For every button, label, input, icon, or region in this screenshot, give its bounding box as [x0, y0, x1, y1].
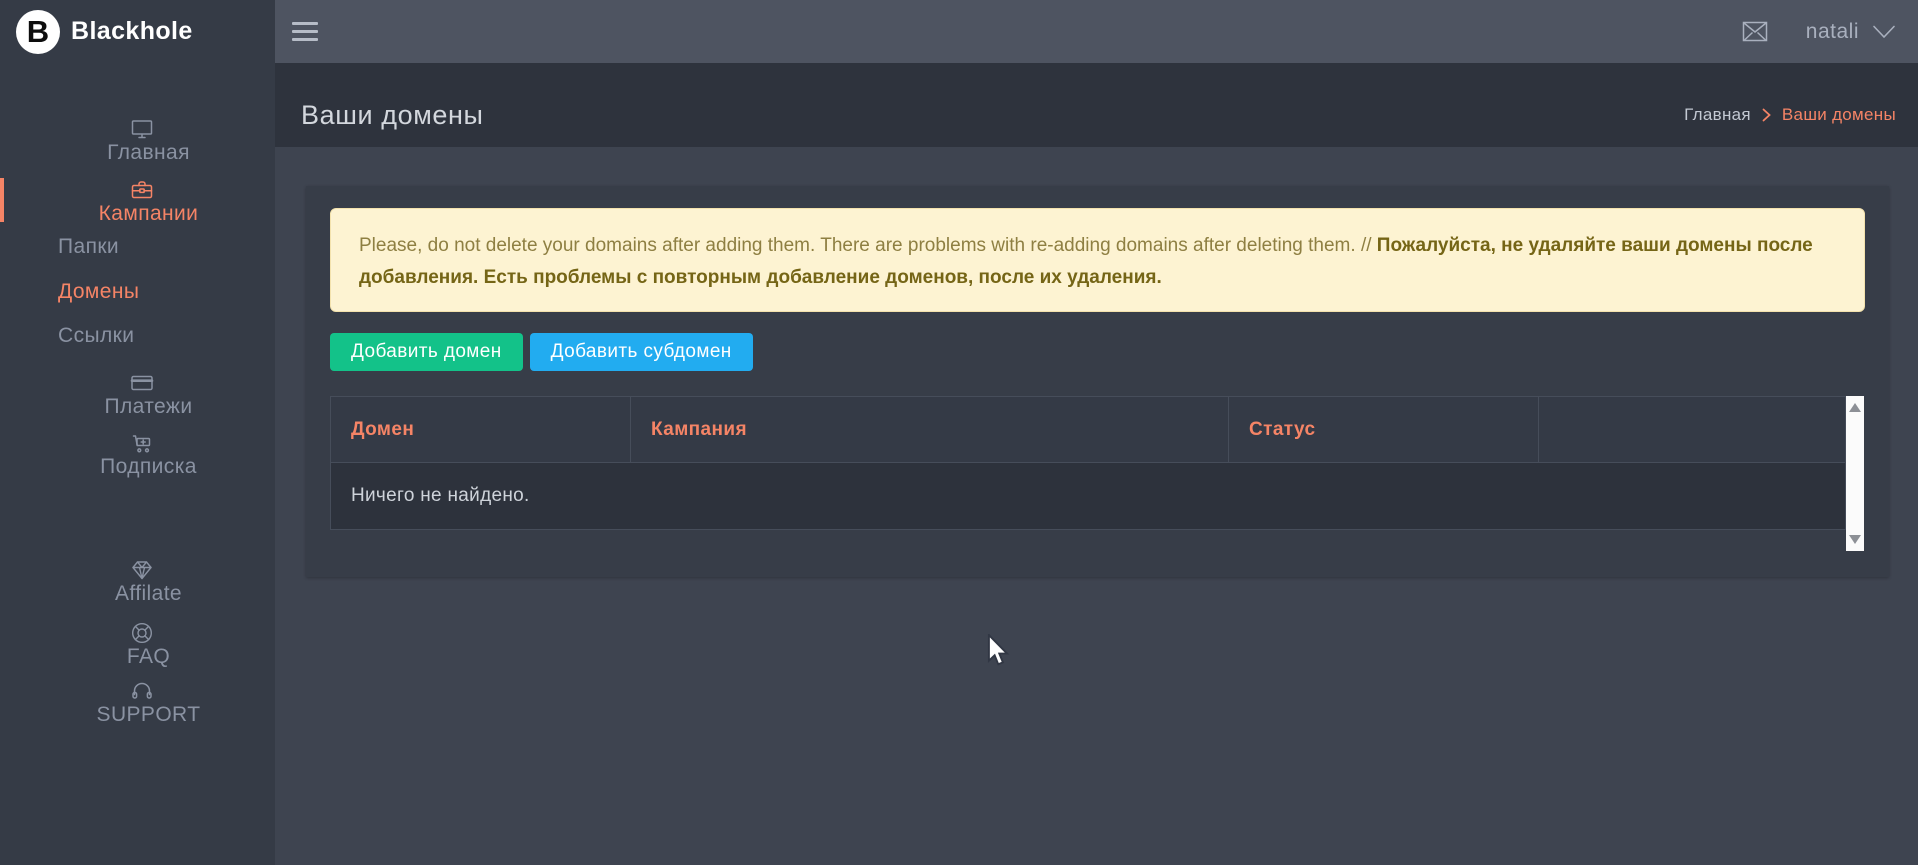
- alert-text-en: Please, do not delete your domains after…: [359, 235, 1377, 256]
- app-window: B Blackhole Главная Кампании Папки Домен: [0, 0, 1918, 865]
- actions-row: Добавить домен Добавить субдомен: [330, 333, 1865, 371]
- brand-name: Blackhole: [71, 17, 193, 46]
- breadcrumb-current: Ваши домены: [1782, 105, 1896, 125]
- headset-icon: [129, 679, 155, 703]
- scroll-up-icon[interactable]: [1849, 403, 1861, 412]
- page-header: Ваши домены Главная Ваши домены: [275, 63, 1918, 147]
- user-menu[interactable]: natali: [1806, 20, 1896, 44]
- username: natali: [1806, 20, 1859, 44]
- sidebar-item-home[interactable]: Главная: [0, 117, 275, 161]
- topbar: natali: [275, 0, 1918, 63]
- sidebar-item-label: Кампании: [99, 202, 199, 226]
- lifebuoy-icon: [129, 621, 155, 645]
- sidebar-item-label: Домены: [58, 280, 139, 304]
- monitor-icon: [129, 117, 155, 141]
- sidebar-item-label: FAQ: [127, 645, 170, 669]
- breadcrumb: Главная Ваши домены: [1684, 105, 1896, 125]
- sidebar-item-label: Ссылки: [58, 324, 134, 348]
- breadcrumb-home-link[interactable]: Главная: [1684, 105, 1751, 125]
- domains-table-grid: Домен Кампания Статус Ничего не найдено.: [330, 396, 1846, 530]
- sidebar-item-campaigns[interactable]: Кампании: [0, 178, 275, 222]
- sidebar-item-label: Папки: [58, 235, 119, 259]
- alert-banner: Please, do not delete your domains after…: [330, 208, 1865, 312]
- column-header-campaign: Кампания: [631, 397, 1229, 463]
- table-header-row: Домен Кампания Статус: [331, 397, 1846, 463]
- sidebar-item-links[interactable]: Ссылки: [0, 314, 275, 358]
- sidebar-item-affilate[interactable]: Affilate: [0, 558, 275, 602]
- sidebar-item-label: SUPPORT: [97, 703, 201, 727]
- sidebar-item-payments[interactable]: Платежи: [0, 371, 275, 415]
- diamond-icon: [129, 558, 155, 582]
- table-scrollbar[interactable]: [1846, 396, 1864, 551]
- logo-icon: B: [16, 10, 60, 54]
- domains-card: Please, do not delete your domains after…: [306, 186, 1889, 577]
- sidebar-item-folders[interactable]: Папки: [0, 225, 275, 269]
- column-header-status: Статус: [1229, 397, 1539, 463]
- sidebar-item-faq[interactable]: FAQ: [0, 621, 275, 665]
- empty-message: Ничего не найдено.: [331, 463, 1846, 530]
- domains-table: Домен Кампания Статус Ничего не найдено.: [330, 396, 1864, 551]
- menu-toggle-button[interactable]: [292, 22, 318, 41]
- main-area: natali Ваши домены Главная Ваши домены: [275, 0, 1918, 865]
- table-row: Ничего не найдено.: [331, 463, 1846, 530]
- chevron-right-icon: [1762, 108, 1771, 122]
- cart-plus-icon: [129, 431, 155, 455]
- page-title: Ваши домены: [301, 100, 484, 131]
- briefcase-icon: [129, 178, 155, 202]
- sidebar: B Blackhole Главная Кампании Папки Домен: [0, 0, 275, 865]
- add-subdomain-button[interactable]: Добавить субдомен: [530, 333, 753, 371]
- sidebar-item-label: Affilate: [115, 582, 182, 606]
- sidebar-item-label: Подписка: [100, 455, 197, 479]
- column-header-actions: [1539, 397, 1846, 463]
- sidebar-item-support[interactable]: SUPPORT: [0, 679, 275, 723]
- chevron-down-icon: [1872, 25, 1896, 39]
- sidebar-item-label: Главная: [107, 141, 190, 165]
- column-header-domain: Домен: [331, 397, 631, 463]
- add-domain-button[interactable]: Добавить домен: [330, 333, 523, 371]
- scroll-down-icon[interactable]: [1849, 535, 1861, 544]
- app-logo[interactable]: B Blackhole: [0, 0, 275, 63]
- credit-card-icon: [129, 371, 155, 395]
- sidebar-item-domains[interactable]: Домены: [0, 270, 275, 314]
- sidebar-nav: Главная Кампании Папки Домены Ссылки: [0, 63, 275, 723]
- mail-icon[interactable]: [1742, 21, 1768, 42]
- sidebar-item-subscription[interactable]: Подписка: [0, 431, 275, 475]
- page-content: Please, do not delete your domains after…: [275, 147, 1918, 865]
- sidebar-item-label: Платежи: [105, 395, 193, 419]
